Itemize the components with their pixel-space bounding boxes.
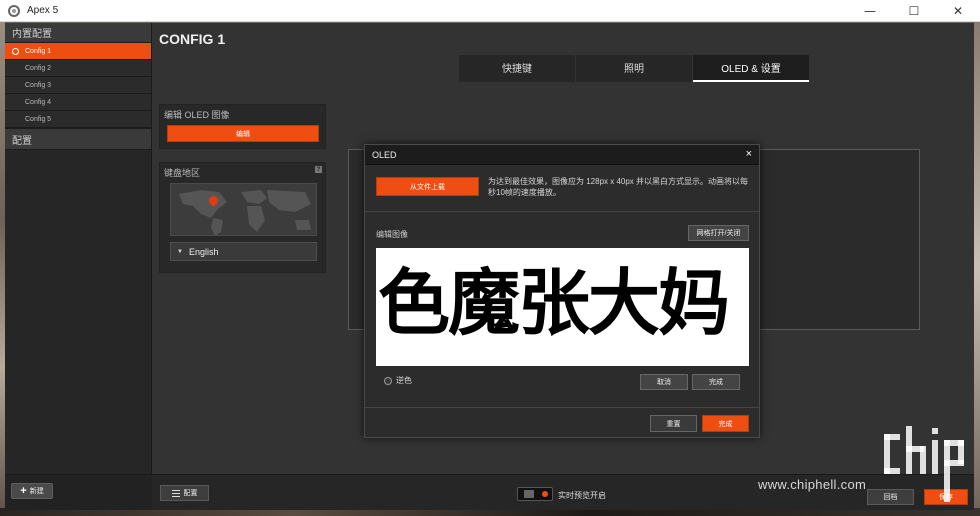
region-panel-label: 键盘地区 xyxy=(164,168,201,178)
oled-panel-label: 编辑 OLED 图像 xyxy=(164,110,230,120)
sidebar: 内置配置 Config 1 Config 2 Config 3 Config 4… xyxy=(5,23,152,510)
watermark-text: www.chiphell.com xyxy=(758,477,867,492)
dialog-title: OLED xyxy=(372,149,397,160)
toggle-knob xyxy=(524,490,534,498)
upload-from-file-button[interactable]: 从文件上载 xyxy=(376,177,479,196)
title-bar: Apex 5 — ☐ ✕ xyxy=(0,0,980,22)
tab-oled-settings[interactable]: OLED & 设置 xyxy=(693,55,809,82)
sidebar-item-config-4[interactable]: Config 4 xyxy=(5,94,151,111)
sidebar-section-configs[interactable]: 配置 xyxy=(5,128,151,150)
sidebar-item-config-5[interactable]: Config 5 xyxy=(5,111,151,128)
minimize-button[interactable]: — xyxy=(848,0,892,22)
divider xyxy=(365,407,759,408)
invert-option[interactable]: 逆色 xyxy=(384,375,412,386)
config-button-label: 配置 xyxy=(183,490,198,497)
maximize-button[interactable]: ☐ xyxy=(892,0,936,22)
live-preview-label: 实时预览开启 xyxy=(558,491,606,500)
oled-dialog: OLED × 从文件上载 为达到最佳效果，图像应为 128px x 40px 并… xyxy=(364,144,760,438)
edit-image-label: 编辑图像 xyxy=(376,230,408,239)
tab-keybinds[interactable]: 快捷键 xyxy=(459,55,575,82)
dialog-header: OLED × xyxy=(365,145,759,165)
sidebar-item-config-3[interactable]: Config 3 xyxy=(5,77,151,94)
page-title: CONFIG 1 xyxy=(159,31,226,47)
bottom-bar: 配置 实时预览开启 www.chiphell.com 回档 保存 xyxy=(152,474,974,510)
toggle-on-indicator xyxy=(542,491,548,497)
sidebar-item-config-1[interactable]: Config 1 xyxy=(5,43,151,60)
sidebar-section-builtin[interactable]: 内置配置 xyxy=(5,23,151,43)
sidebar-footer: + 新建 xyxy=(5,474,152,510)
cancel-button[interactable]: 取消 xyxy=(640,374,688,390)
done-button[interactable]: 完成 xyxy=(702,415,749,432)
world-map-graphic xyxy=(179,190,311,235)
region-panel: 键盘地区 ? ▼ English xyxy=(159,162,326,273)
world-map[interactable] xyxy=(170,183,317,236)
window-title: Apex 5 xyxy=(27,5,59,16)
chiphell-logo xyxy=(880,404,972,508)
oled-panel: 编辑 OLED 图像 编辑 xyxy=(159,104,326,149)
app-window: Apex 5 — ☐ ✕ 内置配置 Config 1 Config 2 Conf… xyxy=(0,0,980,510)
plus-icon: + xyxy=(20,484,27,497)
image-guideline-text: 为达到最佳效果，图像应为 128px x 40px 并以黑白方式显示。动画将以每… xyxy=(488,177,749,197)
new-config-label: 新建 xyxy=(29,488,44,495)
app-body: 内置配置 Config 1 Config 2 Config 3 Config 4… xyxy=(5,23,974,510)
tab-bar: 快捷键 照明 OLED & 设置 xyxy=(459,55,809,82)
tab-lighting[interactable]: 照明 xyxy=(576,55,692,82)
sidebar-item-label: Config 5 xyxy=(25,115,52,123)
divider xyxy=(365,211,759,212)
oled-canvas-text: 色魔张大妈 xyxy=(378,261,730,345)
sidebar-item-config-2[interactable]: Config 2 xyxy=(5,60,151,77)
oled-canvas[interactable]: 色魔张大妈 xyxy=(376,248,749,366)
help-icon[interactable]: ? xyxy=(315,166,322,173)
reset-button[interactable]: 重置 xyxy=(650,415,697,432)
sidebar-item-label: Config 1 xyxy=(25,47,52,55)
language-select[interactable]: ▼ English xyxy=(170,242,317,261)
config-button[interactable]: 配置 xyxy=(160,485,209,501)
new-config-button[interactable]: + 新建 xyxy=(11,483,53,499)
invert-label: 逆色 xyxy=(396,376,412,385)
window-controls: — ☐ ✕ xyxy=(848,0,980,22)
finish-edit-button[interactable]: 完成 xyxy=(692,374,740,390)
edit-oled-button[interactable]: 编辑 xyxy=(167,125,319,142)
sidebar-item-label: Config 3 xyxy=(25,81,52,89)
sidebar-item-label: Config 2 xyxy=(25,64,52,72)
list-icon xyxy=(171,489,180,497)
steelseries-app-icon xyxy=(8,4,20,17)
live-preview-toggle[interactable] xyxy=(517,487,553,501)
grid-toggle-button[interactable]: 网格打开/关闭 xyxy=(688,225,749,241)
active-config-icon xyxy=(12,48,19,55)
sidebar-item-label: Config 4 xyxy=(25,98,52,106)
caret-down-icon: ▼ xyxy=(177,248,183,255)
close-icon[interactable]: × xyxy=(746,148,752,160)
invert-radio[interactable] xyxy=(384,376,392,385)
close-window-button[interactable]: ✕ xyxy=(936,0,980,22)
language-value: English xyxy=(188,246,219,257)
